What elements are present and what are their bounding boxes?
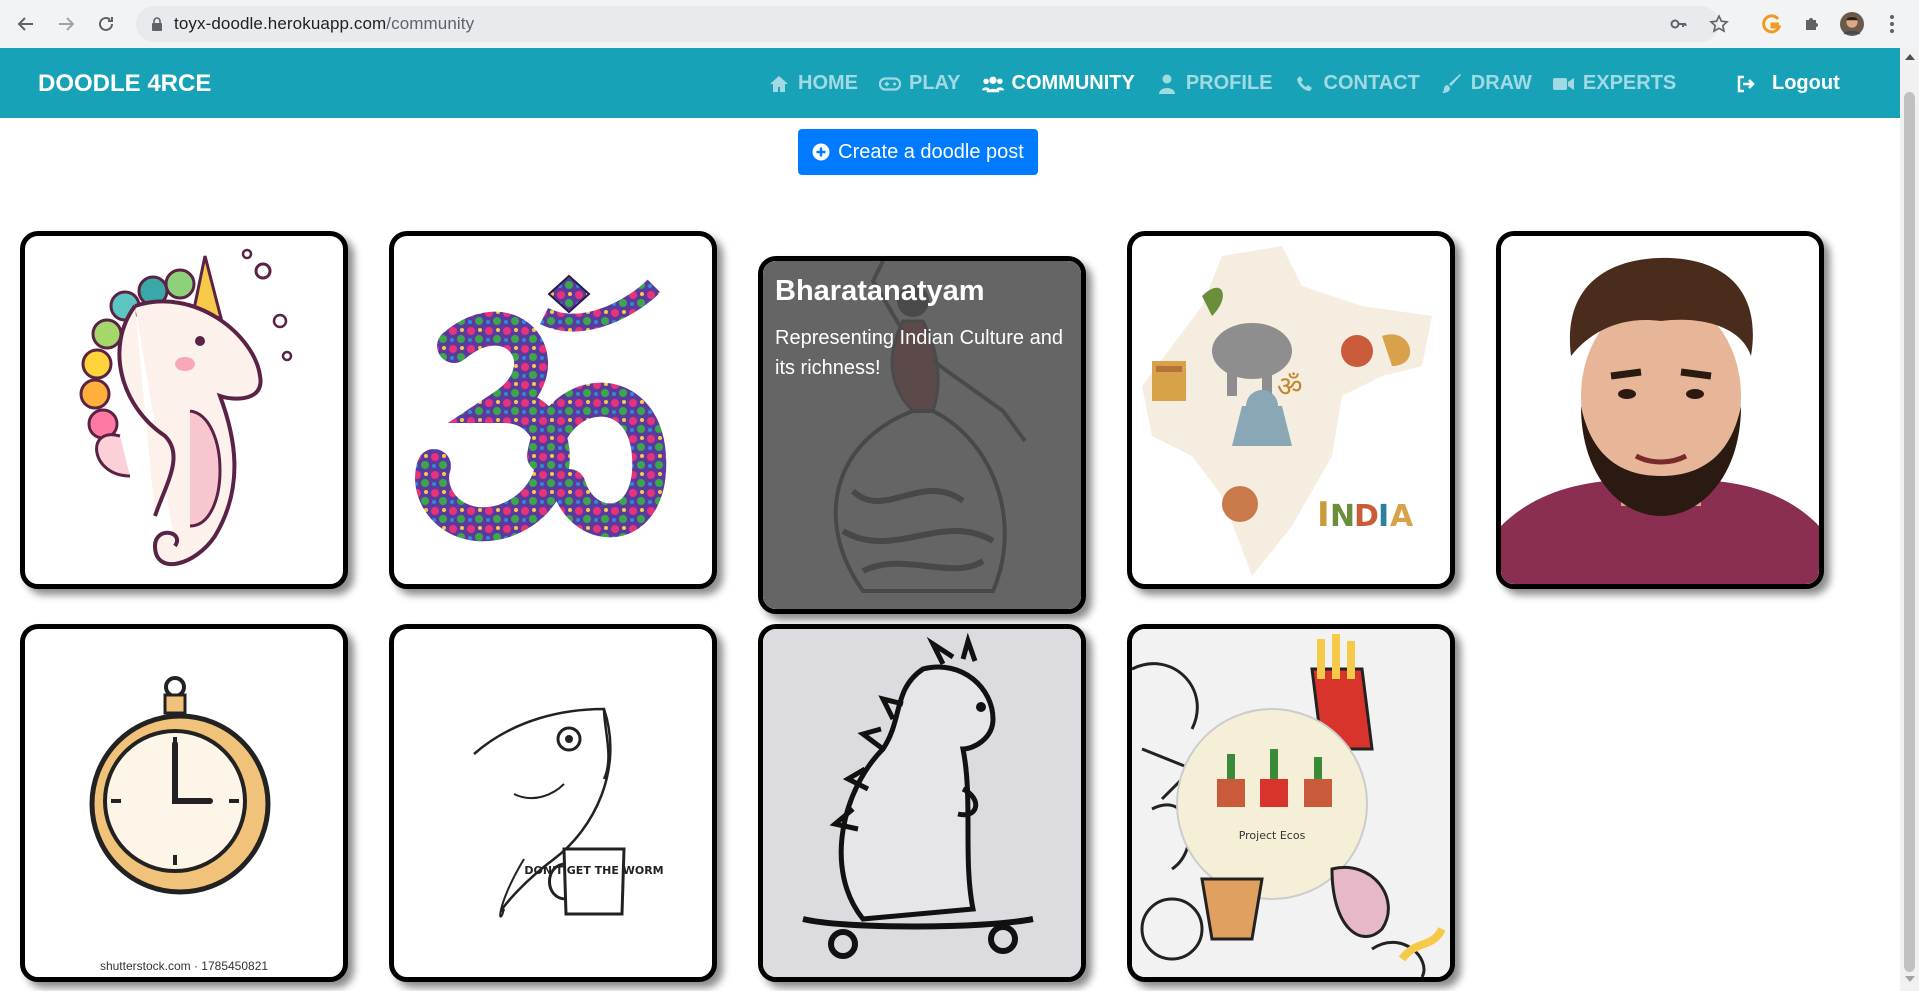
- pocket-watch-image: [89, 676, 271, 895]
- unicorn-seahorse-image: [79, 248, 293, 566]
- mug-text: DON'T GET THE WORM: [524, 864, 663, 877]
- menu-dots-icon[interactable]: [1880, 12, 1904, 36]
- video-camera-icon: [1552, 73, 1575, 95]
- doodle-card-bharatanatyam[interactable]: Bharatanatyam Representing Indian Cultur…: [758, 256, 1086, 614]
- card-title: Bharatanatyam: [775, 275, 985, 307]
- logout-link[interactable]: Logout: [1736, 72, 1840, 95]
- nav-contact[interactable]: CONTACT: [1294, 72, 1420, 95]
- sticker-collage-image: Project Ecos: [1132, 629, 1450, 977]
- brand-logo[interactable]: DOODLE 4RCE: [38, 70, 211, 98]
- nav-community[interactable]: COMMUNITY: [981, 72, 1135, 95]
- scroll-down-icon[interactable]: [1905, 976, 1915, 982]
- key-icon[interactable]: [1669, 14, 1689, 34]
- svg-text:N: N: [1330, 499, 1355, 534]
- browser-toolbar: toyx-doodle.herokuapp.com/community: [0, 0, 1919, 49]
- back-icon[interactable]: [14, 12, 38, 36]
- svg-text:A: A: [1390, 499, 1414, 534]
- doodle-card-om[interactable]: [389, 231, 717, 589]
- doodle-card-portrait[interactable]: [1496, 231, 1824, 589]
- svg-text:ॐ: ॐ: [1277, 370, 1303, 403]
- doodle-card-unicorn-seahorse[interactable]: [20, 231, 348, 589]
- nav-play[interactable]: PLAY: [879, 72, 961, 95]
- image-credit: shutterstock.com · 1785450821: [99, 959, 269, 973]
- bearded-man-portrait-image: [1501, 236, 1819, 584]
- nav-links: HOME PLAY COMMUNITY PROFILE CONTACT DRAW…: [768, 72, 1697, 95]
- card-description: Representing Indian Culture and its rich…: [775, 327, 1063, 379]
- svg-text:D: D: [1354, 499, 1379, 534]
- nav-profile[interactable]: PROFILE: [1156, 72, 1273, 95]
- nav-draw[interactable]: DRAW: [1441, 72, 1532, 95]
- top-navbar: DOODLE 4RCE HOME PLAY COMMUNITY PROFILE …: [0, 48, 1900, 118]
- address-bar[interactable]: toyx-doodle.herokuapp.com/community: [136, 6, 1729, 42]
- dinosaur-on-skateboard-image: [763, 629, 1081, 977]
- doodle-card-dinosaur[interactable]: [758, 624, 1086, 982]
- lock-icon: [152, 17, 162, 31]
- doodle-card-india-map[interactable]: ॐ I N D I A: [1127, 231, 1455, 589]
- extension-g-icon[interactable]: [1760, 12, 1784, 36]
- home-icon: [768, 73, 790, 95]
- users-icon: [981, 73, 1004, 95]
- om-symbol-image: [415, 274, 667, 542]
- doodle-card-fish-mug[interactable]: DON'T GET THE WORM: [389, 624, 717, 982]
- scrollbar-thumb[interactable]: [1904, 92, 1915, 972]
- star-icon[interactable]: [1709, 14, 1729, 34]
- phone-icon: [1294, 73, 1316, 95]
- nav-home[interactable]: HOME: [768, 72, 858, 95]
- fish-with-mug-image: DON'T GET THE WORM: [473, 707, 664, 918]
- badge-text: Project Ecos: [1239, 829, 1306, 842]
- svg-text:I: I: [1378, 499, 1389, 534]
- plus-circle-icon: [812, 143, 830, 161]
- nav-experts[interactable]: EXPERTS: [1552, 72, 1676, 95]
- card-hover-overlay: [763, 261, 1081, 609]
- paintbrush-icon: [1441, 73, 1463, 95]
- gamepad-icon: [879, 73, 901, 95]
- user-icon: [1156, 73, 1178, 95]
- sign-out-icon: [1736, 73, 1758, 95]
- page-scrollbar[interactable]: [1900, 48, 1919, 991]
- doodle-card-pocket-watch[interactable]: shutterstock.com · 1785450821: [20, 624, 348, 982]
- puzzle-icon[interactable]: [1800, 12, 1824, 36]
- scroll-up-icon[interactable]: [1905, 54, 1915, 60]
- india-culture-map-image: ॐ I N D I A: [1142, 246, 1432, 576]
- doodle-card-sticker-collage[interactable]: Project Ecos: [1127, 624, 1455, 982]
- create-doodle-post-button[interactable]: Create a doodle post: [798, 129, 1038, 175]
- avatar[interactable]: [1840, 12, 1864, 36]
- forward-icon[interactable]: [54, 12, 78, 36]
- svg-text:I: I: [1317, 495, 1330, 535]
- url-text: toyx-doodle.herokuapp.com/community: [174, 14, 475, 33]
- reload-icon[interactable]: [94, 12, 118, 36]
